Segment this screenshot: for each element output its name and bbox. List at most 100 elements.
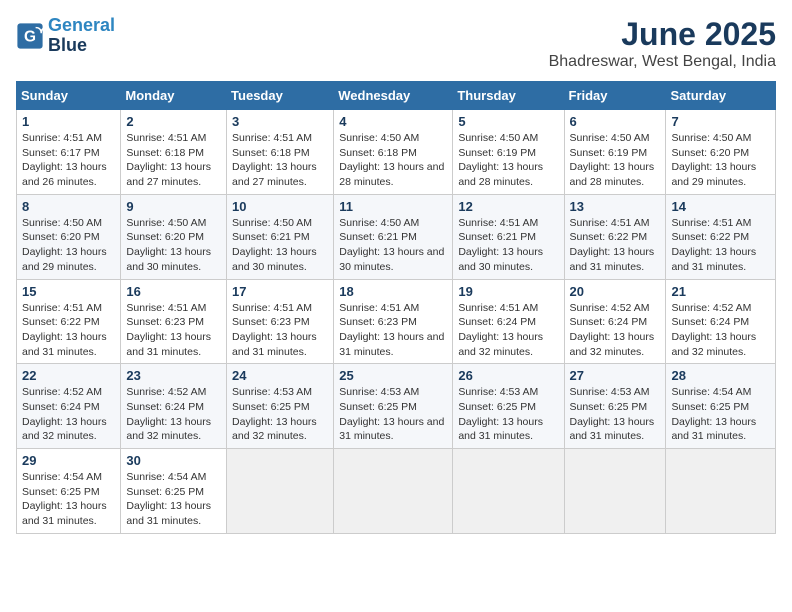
day-info: Sunrise: 4:52 AMSunset: 6:24 PMDaylight:… [22, 386, 107, 442]
calendar-cell: 18 Sunrise: 4:51 AMSunset: 6:23 PMDaylig… [334, 279, 453, 364]
day-info: Sunrise: 4:51 AMSunset: 6:23 PMDaylight:… [232, 302, 317, 358]
day-number: 2 [126, 114, 221, 129]
day-info: Sunrise: 4:51 AMSunset: 6:17 PMDaylight:… [22, 132, 107, 188]
calendar-cell [334, 449, 453, 534]
calendar-cell: 25 Sunrise: 4:53 AMSunset: 6:25 PMDaylig… [334, 364, 453, 449]
day-info: Sunrise: 4:51 AMSunset: 6:24 PMDaylight:… [458, 302, 543, 358]
header-sunday: Sunday [17, 82, 121, 110]
header-saturday: Saturday [666, 82, 776, 110]
day-info: Sunrise: 4:50 AMSunset: 6:20 PMDaylight:… [22, 217, 107, 273]
calendar-cell: 23 Sunrise: 4:52 AMSunset: 6:24 PMDaylig… [121, 364, 227, 449]
day-number: 1 [22, 114, 115, 129]
day-number: 9 [126, 199, 221, 214]
calendar-cell: 12 Sunrise: 4:51 AMSunset: 6:21 PMDaylig… [453, 194, 564, 279]
day-info: Sunrise: 4:51 AMSunset: 6:23 PMDaylight:… [126, 302, 211, 358]
day-number: 25 [339, 368, 447, 383]
header-monday: Monday [121, 82, 227, 110]
logo-icon: G [16, 22, 44, 50]
calendar-cell: 16 Sunrise: 4:51 AMSunset: 6:23 PMDaylig… [121, 279, 227, 364]
day-info: Sunrise: 4:54 AMSunset: 6:25 PMDaylight:… [671, 386, 756, 442]
day-info: Sunrise: 4:50 AMSunset: 6:21 PMDaylight:… [339, 217, 444, 273]
day-number: 30 [126, 453, 221, 468]
calendar-cell: 26 Sunrise: 4:53 AMSunset: 6:25 PMDaylig… [453, 364, 564, 449]
subtitle: Bhadreswar, West Bengal, India [549, 53, 776, 71]
week-row-1: 1 Sunrise: 4:51 AMSunset: 6:17 PMDayligh… [17, 110, 776, 195]
day-number: 18 [339, 284, 447, 299]
calendar-cell: 1 Sunrise: 4:51 AMSunset: 6:17 PMDayligh… [17, 110, 121, 195]
calendar-cell [227, 449, 334, 534]
day-info: Sunrise: 4:53 AMSunset: 6:25 PMDaylight:… [458, 386, 543, 442]
header-wednesday: Wednesday [334, 82, 453, 110]
day-info: Sunrise: 4:53 AMSunset: 6:25 PMDaylight:… [232, 386, 317, 442]
calendar-cell: 19 Sunrise: 4:51 AMSunset: 6:24 PMDaylig… [453, 279, 564, 364]
day-info: Sunrise: 4:51 AMSunset: 6:23 PMDaylight:… [339, 302, 444, 358]
day-number: 4 [339, 114, 447, 129]
calendar-cell: 20 Sunrise: 4:52 AMSunset: 6:24 PMDaylig… [564, 279, 666, 364]
day-info: Sunrise: 4:50 AMSunset: 6:18 PMDaylight:… [339, 132, 444, 188]
main-title: June 2025 [549, 16, 776, 53]
day-number: 3 [232, 114, 328, 129]
calendar-cell: 17 Sunrise: 4:51 AMSunset: 6:23 PMDaylig… [227, 279, 334, 364]
calendar-cell: 14 Sunrise: 4:51 AMSunset: 6:22 PMDaylig… [666, 194, 776, 279]
calendar-cell [453, 449, 564, 534]
day-number: 27 [570, 368, 661, 383]
calendar-cell: 9 Sunrise: 4:50 AMSunset: 6:20 PMDayligh… [121, 194, 227, 279]
calendar-cell [564, 449, 666, 534]
calendar-cell [666, 449, 776, 534]
day-number: 11 [339, 199, 447, 214]
day-number: 6 [570, 114, 661, 129]
logo: G GeneralBlue [16, 16, 115, 56]
header-row: SundayMondayTuesdayWednesdayThursdayFrid… [17, 82, 776, 110]
day-info: Sunrise: 4:53 AMSunset: 6:25 PMDaylight:… [339, 386, 444, 442]
day-number: 14 [671, 199, 770, 214]
calendar-table: SundayMondayTuesdayWednesdayThursdayFrid… [16, 81, 776, 534]
day-number: 26 [458, 368, 558, 383]
calendar-cell: 4 Sunrise: 4:50 AMSunset: 6:18 PMDayligh… [334, 110, 453, 195]
day-number: 7 [671, 114, 770, 129]
day-number: 28 [671, 368, 770, 383]
day-number: 29 [22, 453, 115, 468]
day-info: Sunrise: 4:52 AMSunset: 6:24 PMDaylight:… [570, 302, 655, 358]
calendar-cell: 8 Sunrise: 4:50 AMSunset: 6:20 PMDayligh… [17, 194, 121, 279]
day-info: Sunrise: 4:54 AMSunset: 6:25 PMDaylight:… [22, 471, 107, 527]
page-header: G GeneralBlue June 2025 Bhadreswar, West… [16, 16, 776, 71]
day-info: Sunrise: 4:50 AMSunset: 6:19 PMDaylight:… [570, 132, 655, 188]
day-info: Sunrise: 4:50 AMSunset: 6:19 PMDaylight:… [458, 132, 543, 188]
day-number: 12 [458, 199, 558, 214]
calendar-cell: 3 Sunrise: 4:51 AMSunset: 6:18 PMDayligh… [227, 110, 334, 195]
day-info: Sunrise: 4:52 AMSunset: 6:24 PMDaylight:… [671, 302, 756, 358]
day-number: 13 [570, 199, 661, 214]
day-number: 17 [232, 284, 328, 299]
calendar-cell: 10 Sunrise: 4:50 AMSunset: 6:21 PMDaylig… [227, 194, 334, 279]
calendar-cell: 6 Sunrise: 4:50 AMSunset: 6:19 PMDayligh… [564, 110, 666, 195]
calendar-cell: 21 Sunrise: 4:52 AMSunset: 6:24 PMDaylig… [666, 279, 776, 364]
day-number: 16 [126, 284, 221, 299]
week-row-3: 15 Sunrise: 4:51 AMSunset: 6:22 PMDaylig… [17, 279, 776, 364]
calendar-cell: 22 Sunrise: 4:52 AMSunset: 6:24 PMDaylig… [17, 364, 121, 449]
day-number: 8 [22, 199, 115, 214]
day-info: Sunrise: 4:51 AMSunset: 6:22 PMDaylight:… [671, 217, 756, 273]
day-info: Sunrise: 4:51 AMSunset: 6:18 PMDaylight:… [232, 132, 317, 188]
calendar-cell: 29 Sunrise: 4:54 AMSunset: 6:25 PMDaylig… [17, 449, 121, 534]
calendar-cell: 28 Sunrise: 4:54 AMSunset: 6:25 PMDaylig… [666, 364, 776, 449]
calendar-cell: 13 Sunrise: 4:51 AMSunset: 6:22 PMDaylig… [564, 194, 666, 279]
day-info: Sunrise: 4:50 AMSunset: 6:20 PMDaylight:… [671, 132, 756, 188]
day-number: 20 [570, 284, 661, 299]
calendar-cell: 30 Sunrise: 4:54 AMSunset: 6:25 PMDaylig… [121, 449, 227, 534]
day-number: 24 [232, 368, 328, 383]
svg-text:G: G [24, 28, 36, 45]
calendar-cell: 5 Sunrise: 4:50 AMSunset: 6:19 PMDayligh… [453, 110, 564, 195]
header-friday: Friday [564, 82, 666, 110]
day-number: 23 [126, 368, 221, 383]
calendar-cell: 7 Sunrise: 4:50 AMSunset: 6:20 PMDayligh… [666, 110, 776, 195]
calendar-cell: 2 Sunrise: 4:51 AMSunset: 6:18 PMDayligh… [121, 110, 227, 195]
calendar-cell: 15 Sunrise: 4:51 AMSunset: 6:22 PMDaylig… [17, 279, 121, 364]
calendar-cell: 27 Sunrise: 4:53 AMSunset: 6:25 PMDaylig… [564, 364, 666, 449]
day-number: 22 [22, 368, 115, 383]
title-block: June 2025 Bhadreswar, West Bengal, India [549, 16, 776, 71]
day-info: Sunrise: 4:50 AMSunset: 6:20 PMDaylight:… [126, 217, 211, 273]
header-thursday: Thursday [453, 82, 564, 110]
day-info: Sunrise: 4:51 AMSunset: 6:22 PMDaylight:… [570, 217, 655, 273]
week-row-2: 8 Sunrise: 4:50 AMSunset: 6:20 PMDayligh… [17, 194, 776, 279]
week-row-4: 22 Sunrise: 4:52 AMSunset: 6:24 PMDaylig… [17, 364, 776, 449]
